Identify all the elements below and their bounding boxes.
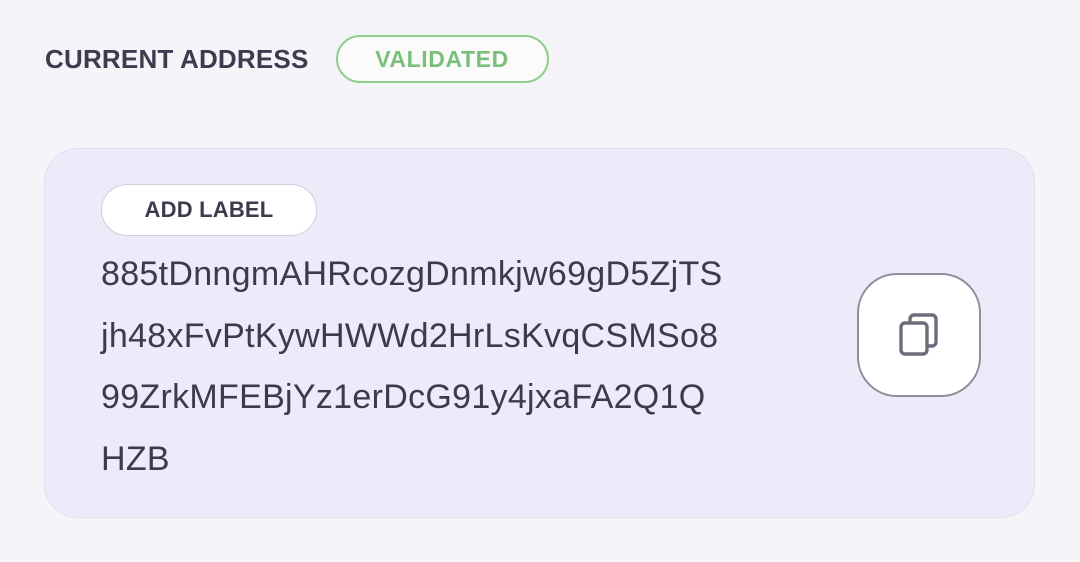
copy-icon	[899, 313, 938, 356]
validated-status-badge: VALIDATED	[335, 35, 549, 83]
wallet-address: 885tDnngmAHRcozgDnmkjw69gD5ZjTS jh48xFvP…	[101, 244, 723, 490]
address-card: ADD LABEL 885tDnngmAHRcozgDnmkjw69gD5ZjT…	[44, 148, 1035, 518]
address-line: jh48xFvPtKywHWWd2HrLsKvqCSMSo8	[101, 316, 719, 355]
address-line: HZB	[101, 439, 170, 478]
address-header: CURRENT ADDRESS VALIDATED	[45, 33, 549, 85]
copy-address-button[interactable]	[857, 273, 981, 397]
add-label-button[interactable]: ADD LABEL	[101, 184, 317, 236]
address-line: 99ZrkMFEBjYz1erDcG91y4jxaFA2Q1Q	[101, 378, 706, 416]
section-title: CURRENT ADDRESS	[45, 43, 309, 74]
address-line: 885tDnngmAHRcozgDnmkjw69gD5ZjTS	[101, 255, 723, 293]
